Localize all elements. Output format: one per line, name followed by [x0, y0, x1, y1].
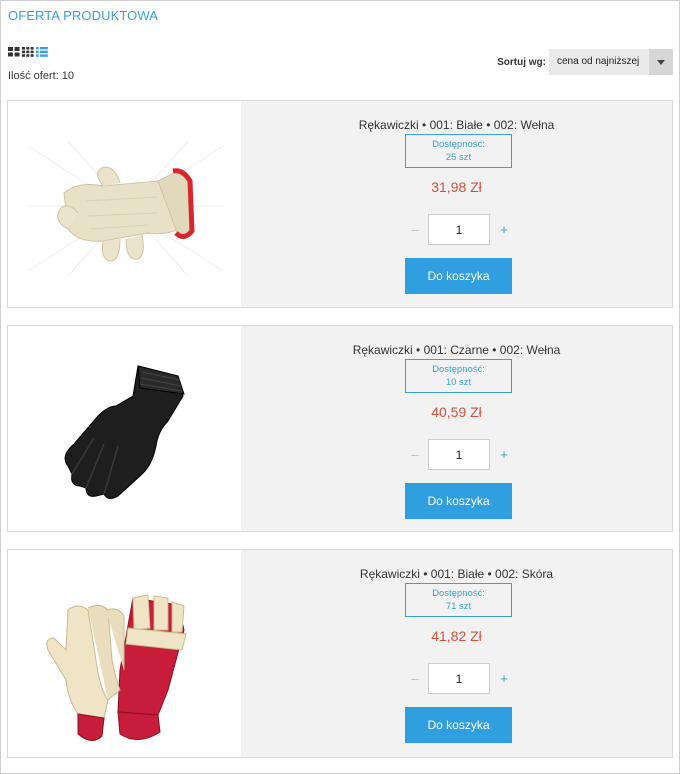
offer-count-value: 10 [61, 70, 74, 82]
quantity-input[interactable] [428, 214, 490, 245]
availability-box: Dostępność: 71 szt [405, 583, 512, 617]
chevron-down-icon[interactable] [649, 49, 673, 75]
product-image[interactable] [8, 550, 241, 757]
quantity-input[interactable] [428, 663, 490, 694]
quantity-stepper: – + [409, 663, 509, 695]
increase-quantity-button[interactable]: + [498, 222, 510, 237]
add-to-cart-button[interactable]: Do koszyka [405, 707, 512, 743]
product-price: 31,98 Zł [431, 179, 482, 195]
sort-select[interactable]: cena od najniższej [549, 49, 673, 75]
product-info: Rękawiczki • 001: Czarne • 002: Wełna Do… [241, 326, 672, 531]
product-image[interactable] [8, 326, 241, 531]
grid-large-icon[interactable] [8, 47, 20, 57]
decrease-quantity-button[interactable]: – [409, 447, 421, 462]
product-card: Rękawiczki • 001: Białe • 002: Skóra Dos… [7, 549, 673, 758]
product-info: Rękawiczki • 001: Białe • 002: Wełna Dos… [241, 101, 672, 307]
white-knit-gloves-image [27, 140, 224, 277]
quantity-stepper: – + [409, 439, 509, 471]
product-image[interactable] [8, 101, 241, 307]
sort-select-value[interactable]: cena od najniższej [549, 49, 649, 75]
availability-value: 71 szt [445, 601, 472, 612]
availability-value: 10 szt [445, 377, 472, 388]
availability-box: Dostępność: 25 szt [405, 134, 512, 168]
increase-quantity-button[interactable]: + [498, 671, 510, 686]
offer-count: Ilość ofert: 10 [8, 70, 74, 82]
leather-work-gloves-image [46, 594, 187, 741]
product-name[interactable]: Rękawiczki • 001: Białe • 002: Wełna [241, 118, 672, 132]
decrease-quantity-button[interactable]: – [409, 671, 421, 686]
availability-value: 25 szt [445, 152, 472, 163]
sort-label: Sortuj wg: [497, 57, 546, 68]
black-knit-glove-image [64, 365, 185, 500]
decrease-quantity-button[interactable]: – [409, 222, 421, 237]
product-info: Rękawiczki • 001: Białe • 002: Skóra Dos… [241, 550, 672, 757]
product-price: 40,59 Zł [431, 404, 482, 420]
grid-small-icon[interactable] [22, 47, 34, 57]
product-name[interactable]: Rękawiczki • 001: Czarne • 002: Wełna [241, 343, 672, 357]
product-card: Rękawiczki • 001: Białe • 002: Wełna Dos… [7, 100, 673, 308]
quantity-input[interactable] [428, 439, 490, 470]
add-to-cart-button[interactable]: Do koszyka [405, 258, 512, 294]
product-card: Rękawiczki • 001: Czarne • 002: Wełna Do… [7, 325, 673, 532]
product-listing-page: OFERTA PRODUKTOWA Ilość ofert: 10 Sortuj … [0, 0, 680, 774]
availability-label: Dostępność: [432, 139, 485, 150]
increase-quantity-button[interactable]: + [498, 447, 510, 462]
availability-label: Dostępność: [432, 364, 485, 375]
page-title: OFERTA PRODUKTOWA [8, 8, 159, 23]
product-name[interactable]: Rękawiczki • 001: Białe • 002: Skóra [241, 567, 672, 581]
quantity-stepper: – + [409, 214, 509, 246]
add-to-cart-button[interactable]: Do koszyka [405, 483, 512, 519]
offer-count-label: Ilość ofert: [8, 70, 59, 82]
product-price: 41,82 Zł [431, 628, 482, 644]
availability-label: Dostępność: [432, 588, 485, 599]
availability-box: Dostępność: 10 szt [405, 359, 512, 393]
list-icon[interactable] [36, 47, 48, 57]
view-switcher [8, 47, 48, 57]
